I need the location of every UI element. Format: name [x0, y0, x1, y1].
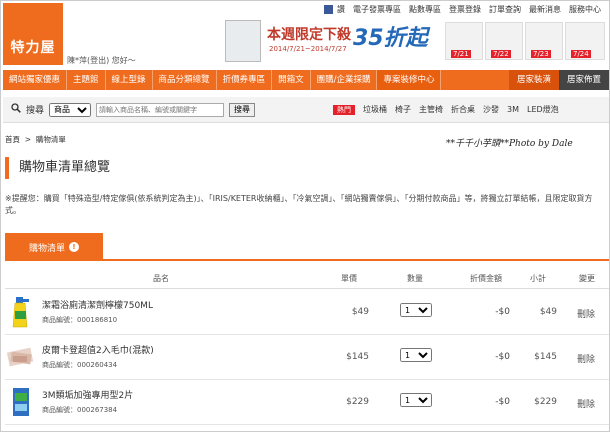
nav-right-group: 居家裝潢 居家佈置	[508, 70, 609, 90]
site-logo[interactable]: 特力屋	[3, 3, 63, 65]
notice-text: ※提醒您：購買「特殊造型/特定傢俱(依系統判定為主)」、「IRIS/KETER收…	[5, 194, 593, 215]
nav-item-coupons[interactable]: 折價券專區	[217, 70, 273, 90]
table-header: 品名 單價 數量 折價金額 小計 變更	[5, 267, 609, 289]
tab-bar: 購物清單 !	[5, 233, 609, 261]
banner-date-tag: 7/24	[571, 50, 591, 58]
main-nav: 網站獨家優惠 主題館 線上型錄 商品分類總覽 折價券專區 開箱文 團購/企業採購…	[3, 70, 609, 90]
col-subtotal: 小計	[530, 274, 546, 283]
table-row: 3M類垢加強專用型2片 商品編號：000267384 $229 1 -$0 $2…	[5, 381, 609, 425]
banner-shelf-image	[225, 20, 261, 62]
nav-item-unboxing[interactable]: 開箱文	[272, 70, 311, 90]
top-link-like[interactable]: 讚	[337, 4, 345, 15]
subtotal: $49	[539, 307, 557, 317]
delete-button[interactable]: 刪除	[577, 397, 595, 410]
table-row: 皮爾卡登超值2入毛巾(混款) 商品編號：000260434 $145 1 -$0…	[5, 336, 609, 380]
nav-item-theme[interactable]: 主題館	[67, 70, 106, 90]
search-scope-select[interactable]: 商品	[49, 102, 92, 117]
table-row: 潔霜浴廁清潔劑檸檬750ML 商品編號：000186810 $49 1 -$0 …	[5, 291, 609, 335]
info-icon[interactable]: !	[69, 242, 79, 252]
banner-date-tag: 7/22	[491, 50, 511, 58]
nav-item-renovation[interactable]: 專案裝修中心	[377, 70, 442, 90]
product-code: 商品編號：000186810	[42, 316, 118, 324]
banner-date: 2014/7/21~2014/7/27	[269, 45, 347, 53]
discount-amount: -$0	[495, 397, 510, 407]
quantity-select[interactable]: 1	[400, 393, 432, 407]
hot-keyword[interactable]: 主管椅	[419, 104, 443, 115]
nav-item-catalog[interactable]: 線上型錄	[106, 70, 153, 90]
top-links: 讚 電子發票專區 點數專區 登票登錄 訂單查詢 最新消息 服務中心	[324, 4, 601, 15]
user-greeting[interactable]: 陳*萍(登出) 您好～	[67, 55, 136, 66]
hot-keywords: 熱門 垃圾桶 椅子 主管椅 折合桌 沙發 3M LED燈泡	[333, 104, 559, 115]
col-qty: 數量	[407, 274, 423, 283]
product-name[interactable]: 潔霜浴廁清潔劑檸檬750ML	[42, 298, 153, 311]
nav-home-furnishing[interactable]: 居家佈置	[558, 70, 609, 90]
col-change: 變更	[579, 274, 595, 283]
top-link-service[interactable]: 服務中心	[569, 4, 601, 15]
quantity-select[interactable]: 1	[400, 348, 432, 362]
hot-keyword[interactable]: 垃圾桶	[363, 104, 387, 115]
top-link-points[interactable]: 點數專區	[409, 4, 441, 15]
top-link-einvoice[interactable]: 電子發票專區	[353, 4, 401, 15]
delete-button[interactable]: 刪除	[577, 352, 595, 365]
hot-keyword[interactable]: LED燈泡	[527, 104, 559, 115]
search-icon	[11, 103, 21, 116]
product-image-scrub-pad[interactable]	[7, 385, 35, 419]
col-name: 品名	[153, 274, 169, 283]
tab-label: 購物清單	[28, 243, 65, 254]
banner-date-tag: 7/23	[531, 50, 551, 58]
unit-price: $145	[346, 352, 369, 362]
discount-amount: -$0	[495, 352, 510, 362]
col-price: 單價	[341, 274, 357, 283]
product-name[interactable]: 皮爾卡登超值2入毛巾(混款)	[42, 343, 154, 356]
search-label: 搜尋	[26, 106, 45, 116]
unit-price: $49	[351, 307, 369, 317]
photo-credit: **千千小芋頭**Photo by Dale	[446, 139, 573, 149]
product-name[interactable]: 3M類垢加強專用型2片	[42, 388, 133, 401]
facebook-icon[interactable]	[324, 5, 333, 14]
promo-banner[interactable]: 本週限定下殺 2014/7/21~2014/7/27 35折起 7/21 7/2…	[223, 18, 609, 64]
hot-label: 熱門	[333, 104, 355, 115]
product-image-cleaner[interactable]	[7, 295, 35, 329]
search-button[interactable]: 搜尋	[229, 102, 256, 117]
banner-date-tag: 7/21	[451, 50, 471, 58]
product-image-towel[interactable]	[7, 340, 35, 374]
search-input[interactable]	[96, 102, 225, 117]
breadcrumb-home[interactable]: 首頁	[5, 135, 20, 144]
hot-keyword[interactable]: 沙發	[483, 104, 499, 115]
product-code: 商品編號：000260434	[42, 361, 118, 369]
tab-shopping-list[interactable]: 購物清單 !	[5, 233, 103, 261]
breadcrumb-separator: >	[24, 135, 32, 144]
hot-keyword[interactable]: 折合桌	[451, 104, 475, 115]
nav-home-decor[interactable]: 居家裝潢	[508, 70, 559, 90]
subtotal: $229	[534, 397, 557, 407]
hot-keyword[interactable]: 椅子	[395, 104, 411, 115]
top-link-news[interactable]: 最新消息	[529, 4, 561, 15]
banner-title: 本週限定下殺	[267, 27, 351, 43]
quantity-select[interactable]: 1	[400, 303, 432, 317]
subtotal: $145	[534, 352, 557, 362]
page-frame: 特力屋 陳*萍(登出) 您好～ 讚 電子發票專區 點數專區 登票登錄 訂單查詢 …	[0, 0, 610, 432]
page-title: 購物車清單總覽	[5, 157, 609, 179]
hot-keyword[interactable]: 3M	[507, 105, 519, 114]
delete-button[interactable]: 刪除	[577, 307, 595, 320]
unit-price: $229	[346, 397, 369, 407]
top-link-ticket[interactable]: 登票登錄	[449, 4, 481, 15]
discount-amount: -$0	[495, 307, 510, 317]
nav-item-categories[interactable]: 商品分類總覽	[153, 70, 217, 90]
banner-discount: 35折起	[353, 26, 428, 51]
breadcrumb-current: 購物清單	[35, 135, 66, 144]
nav-item-exclusive[interactable]: 網站獨家優惠	[3, 70, 68, 90]
breadcrumb: 首頁 > 購物清單	[5, 134, 66, 145]
product-code: 商品編號：000267384	[42, 406, 118, 414]
top-link-orders[interactable]: 訂單查詢	[489, 4, 521, 15]
col-discount: 折價金額	[470, 274, 502, 283]
nav-item-group-buy[interactable]: 團購/企業採購	[311, 70, 378, 90]
